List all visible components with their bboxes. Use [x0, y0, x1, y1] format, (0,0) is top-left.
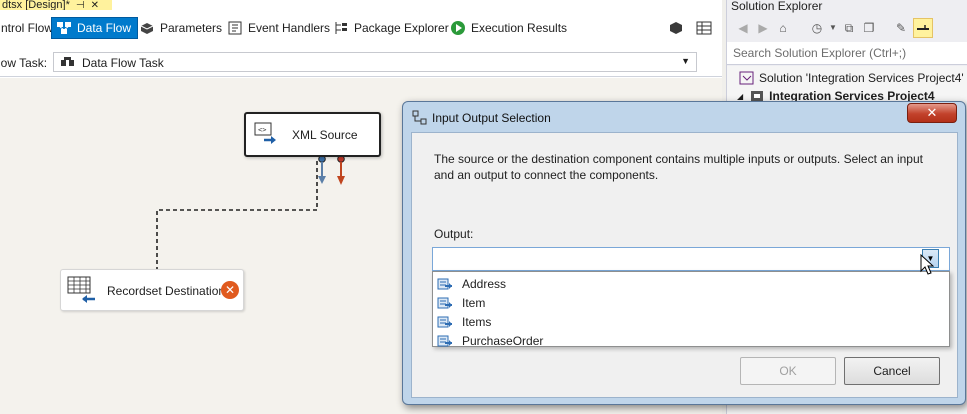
chevron-down-icon[interactable]: ▼	[825, 20, 841, 36]
preview-toggle-icon[interactable]	[913, 18, 933, 38]
back-icon[interactable]: ◀	[735, 20, 751, 36]
output-icon	[437, 315, 453, 329]
output-dropdown-list: Address Item Items PurchaseOrder	[432, 271, 950, 350]
copy-icon[interactable]: ❐	[861, 20, 877, 36]
cancel-button[interactable]: Cancel	[844, 357, 940, 385]
tree-item-solution[interactable]: Solution 'Integration Services Project4'…	[739, 70, 967, 86]
dialog-title: Input Output Selection	[432, 111, 551, 125]
recordset-destination-icon	[67, 276, 97, 309]
solution-explorer-toolbar: ◀ ▶ ⌂ ◷ ▼ ⧉ ❐ ✎	[727, 14, 967, 42]
list-item-address[interactable]: Address	[437, 274, 947, 293]
solution-icon	[739, 70, 755, 86]
option-label: Address	[462, 276, 507, 291]
solution-label: Solution 'Integration Services Project4'…	[759, 71, 967, 85]
history-icon[interactable]: ◷	[809, 20, 825, 36]
option-label: Item	[462, 295, 486, 310]
mouse-cursor-icon	[920, 254, 934, 275]
list-item-item[interactable]: Item	[437, 293, 947, 312]
option-label: PurchaseOrder	[462, 333, 544, 348]
collapse-all-icon[interactable]: ⧉	[841, 20, 857, 36]
svg-text:<>: <>	[258, 126, 266, 134]
xml-source-icon: <>	[254, 122, 278, 149]
output-icon	[437, 334, 453, 348]
forward-icon[interactable]: ▶	[755, 20, 771, 36]
home-icon[interactable]: ⌂	[775, 20, 791, 36]
close-button[interactable]: ✕	[907, 103, 957, 123]
expand-arrow-icon[interactable]: ◢	[737, 92, 743, 101]
error-icon[interactable]: ✕	[221, 281, 239, 299]
input-output-selection-dialog: Input Output Selection ✕ The source or t…	[402, 101, 966, 405]
solution-explorer-search[interactable]: Search Solution Explorer (Ctrl+;)	[727, 42, 967, 65]
ok-button[interactable]: OK	[740, 357, 836, 385]
recordset-destination-component[interactable]: Recordset Destination	[60, 269, 244, 311]
properties-wrench-icon[interactable]: ✎	[893, 20, 909, 36]
option-label: Items	[462, 314, 492, 329]
dialog-icon	[412, 110, 427, 125]
output-icon	[437, 296, 453, 310]
output-label: Output:	[434, 227, 474, 241]
solution-explorer-title: Solution Explorer	[731, 0, 823, 13]
dialog-message: The source or the destination component …	[434, 152, 923, 182]
xml-source-label: XML Source	[292, 128, 358, 142]
list-item-purchaseorder[interactable]: PurchaseOrder	[437, 331, 947, 350]
xml-source-component[interactable]: <> XML Source	[244, 112, 381, 157]
recordset-destination-label: Recordset Destination	[107, 284, 226, 298]
list-item-items[interactable]: Items	[437, 312, 947, 331]
dialog-body: The source or the destination component …	[411, 132, 958, 398]
output-combobox[interactable]	[432, 247, 950, 271]
output-icon	[437, 277, 453, 291]
